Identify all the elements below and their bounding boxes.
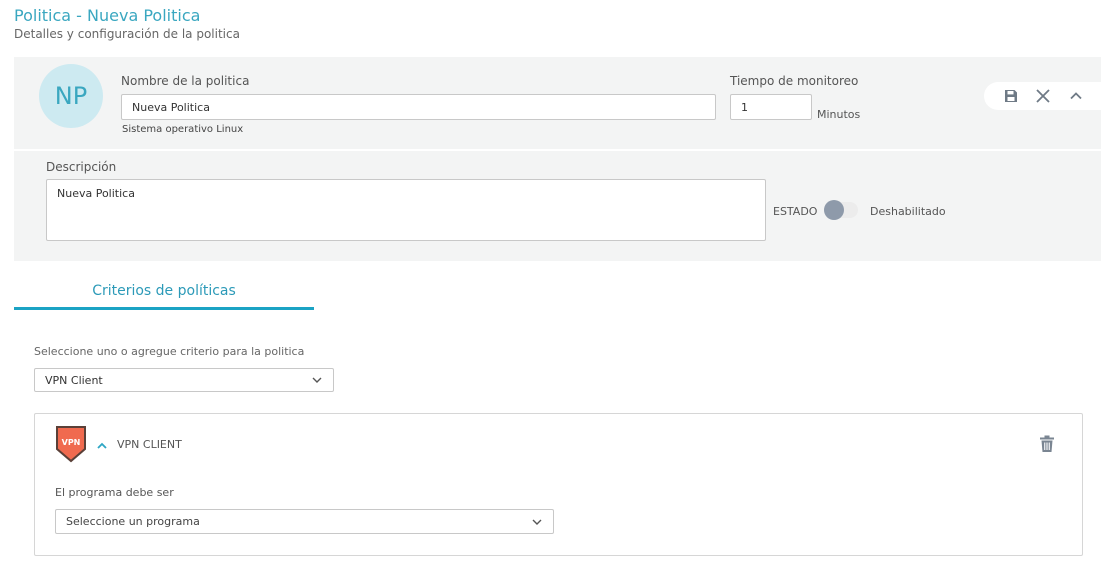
header-actions: [984, 82, 1101, 110]
page-title: Politica - Nueva Politica: [14, 6, 201, 25]
program-label: El programa debe ser: [55, 486, 174, 499]
vpn-card-title: VPN CLIENT: [117, 438, 182, 451]
program-select-placeholder: Seleccione un programa: [66, 515, 200, 528]
description-textarea[interactable]: Nueva Politica: [46, 179, 766, 241]
policy-name-label: Nombre de la politica: [121, 74, 250, 88]
save-icon[interactable]: [1001, 86, 1021, 106]
chevron-up-icon[interactable]: [1066, 86, 1086, 106]
chevron-down-icon: [312, 377, 322, 383]
criteria-select[interactable]: VPN Client: [34, 368, 334, 392]
vpn-icon-text: VPN: [62, 438, 81, 447]
trash-icon[interactable]: [1039, 435, 1059, 455]
estado-value: Deshabilitado: [870, 205, 946, 218]
vpn-shield-icon: VPN: [55, 424, 87, 464]
policy-name-input[interactable]: Nueva Politica: [121, 94, 716, 120]
program-select[interactable]: Seleccione un programa: [55, 509, 554, 534]
criteria-select-value: VPN Client: [45, 373, 103, 387]
criteria-card-vpn: VPN VPN CLIENT El programa debe ser Sele…: [34, 413, 1083, 556]
close-icon[interactable]: [1033, 86, 1053, 106]
page-subtitle: Detalles y configuración de la politica: [14, 27, 240, 41]
chevron-down-icon: [532, 519, 542, 525]
criteria-select-label: Seleccione uno o agregue criterio para l…: [34, 345, 305, 358]
estado-label: ESTADO: [773, 205, 818, 218]
chevron-up-icon[interactable]: [96, 437, 108, 449]
monitor-time-input[interactable]: 1: [730, 94, 812, 120]
description-label: Descripción: [46, 160, 117, 174]
tab-criterios[interactable]: Criterios de políticas: [14, 283, 314, 310]
description-panel: Descripción Nueva Politica ESTADO Deshab…: [14, 151, 1101, 261]
monitor-time-label: Tiempo de monitoreo: [730, 74, 859, 88]
monitor-time-unit: Minutos: [817, 108, 861, 121]
avatar: NP: [39, 64, 103, 128]
os-text: Sistema operativo Linux: [122, 124, 244, 135]
policy-header-panel: NP Nombre de la politica Nueva Politica …: [14, 57, 1101, 149]
estado-toggle-knob[interactable]: [824, 200, 844, 220]
